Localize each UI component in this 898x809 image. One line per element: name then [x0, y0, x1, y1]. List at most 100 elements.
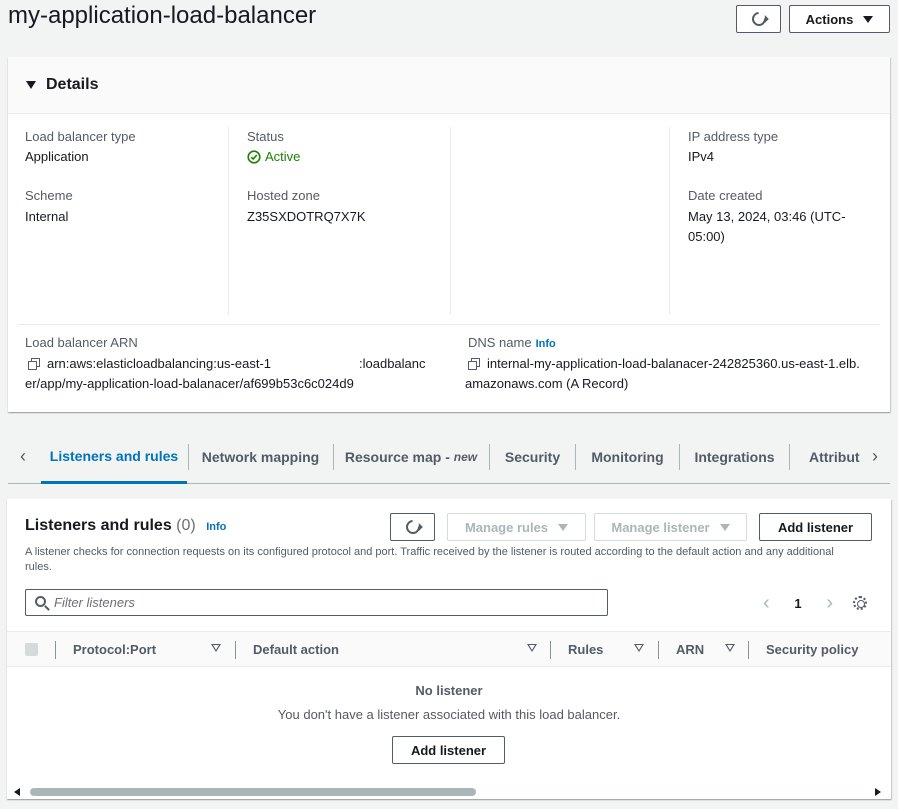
ip-type-value: IPv4: [688, 149, 715, 164]
manage-listener-button[interactable]: Manage listener: [594, 513, 747, 541]
status-value: Active: [265, 149, 301, 164]
tab-integrations[interactable]: Integrations: [680, 430, 789, 483]
column-divider: [748, 641, 749, 659]
tab-attributes[interactable]: Attribut: [790, 430, 862, 483]
tab-label: Resource map -: [344, 448, 454, 465]
dns-label: DNS name Info: [468, 335, 556, 350]
horizontal-scrollbar[interactable]: [8, 785, 890, 799]
new-badge: new: [453, 449, 478, 464]
listeners-description: A listener checks for connection request…: [25, 546, 834, 573]
dns-value: internal-my-application-load-balanacer-2…: [465, 354, 880, 394]
page-number[interactable]: 1: [794, 596, 801, 611]
divider: [18, 324, 880, 325]
date-created-value: May 13, 2024, 03:46 (UTC- 05:00): [688, 207, 846, 247]
check-circle-icon: [247, 150, 261, 164]
lb-type-value: Application: [25, 149, 89, 164]
caret-down-icon: [558, 523, 569, 531]
arn-line-2: er/app/my-application-load-balanacer/af6…: [25, 376, 354, 391]
column-default-action[interactable]: Default action: [253, 632, 339, 666]
ip-type-label: IP address type: [688, 129, 779, 144]
search-icon: [35, 596, 46, 607]
actions-button-label: Actions: [805, 11, 854, 27]
chevron-left-icon[interactable]: ‹: [8, 430, 38, 483]
divider: [450, 127, 451, 315]
filter-placeholder: Filter listeners: [54, 595, 135, 610]
select-all-checkbox[interactable]: [25, 643, 38, 656]
date-line-2: 05:00): [688, 229, 725, 244]
arn-value: arn:aws:elasticloadbalancing:us-east-1 :…: [25, 354, 435, 394]
table-header: Protocol:Port Default action Rules ARN S…: [7, 631, 891, 667]
scroll-left-icon[interactable]: [14, 788, 20, 796]
refresh-button[interactable]: [736, 5, 781, 33]
caret-down-icon: [26, 81, 36, 89]
filter-listeners-input[interactable]: Filter listeners: [25, 589, 608, 616]
arn-label: Load balancer ARN: [25, 335, 138, 350]
refresh-icon: [748, 9, 769, 29]
sort-icon[interactable]: [634, 644, 644, 652]
sort-icon[interactable]: [527, 644, 537, 652]
details-header[interactable]: Details: [8, 57, 890, 114]
chevron-left-icon[interactable]: ‹: [763, 592, 770, 615]
arn-line-1b: :loadbalanc: [359, 356, 426, 371]
caret-down-icon: [863, 15, 874, 23]
pagination: ‹ 1 ›: [763, 591, 833, 615]
dns-info-link[interactable]: Info: [536, 338, 556, 350]
tab-label: Attribut: [809, 448, 860, 465]
details-panel: Details Load balancer type Application S…: [8, 57, 890, 412]
sort-icon[interactable]: [725, 644, 735, 652]
tab-resource-map[interactable]: Resource map - new: [334, 430, 488, 483]
tab-network-mapping[interactable]: Network mapping: [189, 430, 332, 483]
tabs-bar: ‹ Listeners and rules Network mapping Re…: [8, 430, 890, 484]
status-label: Status: [247, 129, 284, 144]
dns-line-1: internal-my-application-load-balanacer-2…: [487, 356, 860, 371]
refresh-icon: [402, 517, 423, 537]
tab-label: Monitoring: [591, 448, 664, 465]
empty-state-subtitle: You don't have a listener associated wit…: [277, 707, 621, 722]
manage-rules-button[interactable]: Manage rules: [447, 513, 586, 541]
arn-line-1: arn:aws:elasticloadbalancing:us-east-1: [47, 356, 272, 371]
empty-add-listener-label: Add listener: [410, 742, 487, 758]
tab-label: Listeners and rules: [49, 447, 179, 464]
listeners-info-link[interactable]: Info: [206, 521, 226, 533]
tab-monitoring[interactable]: Monitoring: [576, 430, 679, 483]
page-title: my-application-load-balancer: [8, 2, 317, 29]
column-divider: [658, 641, 659, 659]
scroll-right-icon[interactable]: [875, 788, 881, 796]
manage-rules-label: Manage rules: [464, 519, 549, 535]
tab-security[interactable]: Security: [490, 430, 575, 483]
listeners-title-text: Listeners and rules: [25, 517, 172, 534]
dns-line-2: amazonaws.com (A Record): [465, 376, 629, 391]
hosted-zone-label: Hosted zone: [247, 188, 320, 203]
actions-button[interactable]: Actions: [789, 5, 890, 33]
tab-label: Security: [504, 448, 561, 465]
add-listener-button[interactable]: Add listener: [759, 513, 872, 541]
column-arn[interactable]: ARN: [676, 632, 704, 666]
scheme-value: Internal: [25, 209, 69, 224]
refresh-button[interactable]: [390, 513, 435, 541]
tab-label: Network mapping: [201, 448, 320, 465]
copy-icon[interactable]: [468, 358, 480, 370]
scroll-thumb[interactable]: [30, 788, 476, 796]
sort-icon[interactable]: [211, 644, 221, 652]
add-listener-label: Add listener: [777, 519, 854, 535]
column-divider: [550, 641, 551, 659]
tab-label: Integrations: [694, 448, 775, 465]
column-rules[interactable]: Rules: [568, 632, 603, 666]
listeners-panel: Listeners and rules (0) Info Manage rule…: [7, 499, 891, 799]
details-heading: Details: [46, 76, 99, 93]
scheme-label: Scheme: [25, 188, 73, 203]
divider: [669, 127, 670, 315]
copy-icon[interactable]: [28, 358, 40, 370]
chevron-right-icon[interactable]: ›: [860, 430, 890, 483]
gear-icon[interactable]: [853, 596, 867, 610]
manage-listener-label: Manage listener: [611, 519, 710, 535]
column-divider: [235, 641, 236, 659]
column-security-policy[interactable]: Security policy: [766, 632, 858, 666]
empty-add-listener-button[interactable]: Add listener: [392, 736, 505, 764]
tab-listeners-and-rules[interactable]: Listeners and rules: [41, 430, 187, 484]
dns-label-text: DNS name: [468, 335, 532, 350]
column-protocol-port[interactable]: Protocol:Port: [73, 632, 156, 666]
chevron-right-icon[interactable]: ›: [826, 592, 833, 615]
empty-state-title: No listener: [415, 683, 483, 698]
listeners-title: Listeners and rules (0) Info: [25, 517, 226, 535]
